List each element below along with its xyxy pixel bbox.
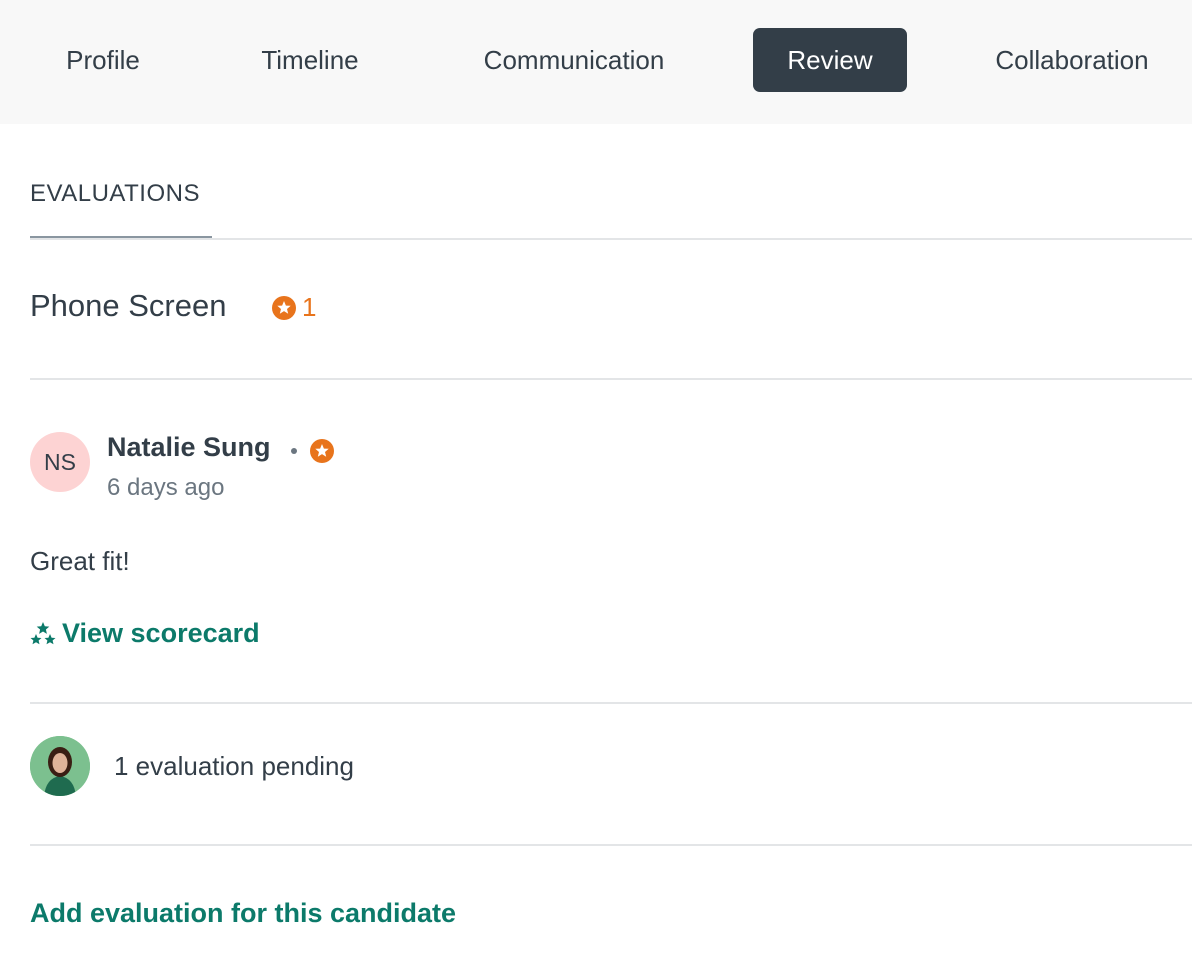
divider <box>30 702 1192 704</box>
evaluation-timestamp: 6 days ago <box>107 474 225 501</box>
tab-review[interactable]: Review <box>753 28 907 92</box>
tab-communication[interactable]: Communication <box>460 28 688 92</box>
view-scorecard-label: View scorecard <box>62 618 260 648</box>
divider <box>30 238 1192 240</box>
divider <box>30 378 1192 380</box>
pending-evaluations: 1 evaluation pending <box>114 751 354 781</box>
stars-icon <box>30 622 56 645</box>
separator-dot <box>291 448 297 454</box>
avatar <box>30 736 90 796</box>
tab-timeline[interactable]: Timeline <box>240 28 380 92</box>
add-evaluation-link[interactable]: Add evaluation for this candidate <box>30 898 456 929</box>
evaluation-comment: Great fit! <box>30 546 130 576</box>
reviewer-name: Natalie Sung <box>107 432 271 462</box>
star-circle-icon <box>310 439 334 463</box>
divider <box>30 844 1192 846</box>
section-tab-evaluations[interactable]: EVALUATIONS <box>30 180 200 208</box>
tab-collaboration[interactable]: Collaboration <box>972 28 1172 92</box>
stage-title: Phone Screen <box>30 288 227 323</box>
stage-rating-count: 1 <box>302 292 317 322</box>
avatar: NS <box>30 432 90 492</box>
tab-profile[interactable]: Profile <box>40 28 166 92</box>
star-circle-icon <box>272 296 296 320</box>
tab-bar: Profile Timeline Communication Review Co… <box>0 0 1192 124</box>
